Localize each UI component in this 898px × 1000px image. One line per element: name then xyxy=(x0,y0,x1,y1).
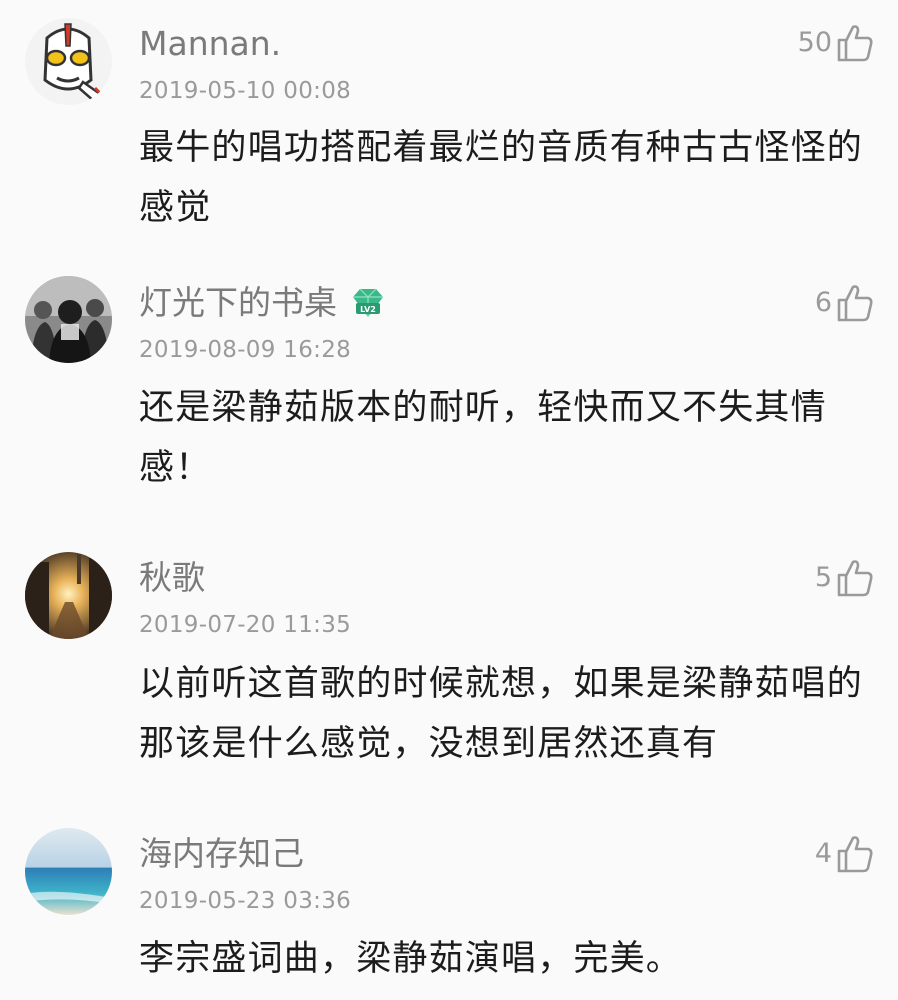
like-count: 50 xyxy=(797,27,832,58)
like-count: 4 xyxy=(814,838,832,869)
username-text[interactable]: Mannan. xyxy=(139,24,281,64)
username[interactable]: 秋歌 xyxy=(139,558,205,598)
thumbs-up-icon[interactable] xyxy=(836,834,874,874)
username-text[interactable]: 海内存知己 xyxy=(139,834,304,874)
timestamp: 2019-05-23 03:36 xyxy=(139,888,352,914)
username[interactable]: 海内存知己 xyxy=(139,834,304,874)
comment-content: 还是梁静茹版本的耐听，轻快而又不失其情感！ xyxy=(139,388,827,488)
comment-content: 以前听这首歌的时候就想，如果是梁静茹唱的那该是什么感觉，没想到居然还真有 xyxy=(139,664,864,764)
ocean-avatar-icon[interactable] xyxy=(25,828,112,915)
like-button[interactable]: 5 xyxy=(815,558,874,598)
thumbs-up-icon[interactable] xyxy=(836,283,874,323)
thumbs-up-icon[interactable] xyxy=(836,558,874,598)
username-text[interactable]: 灯光下的书桌 xyxy=(139,283,337,323)
comment-content: 李宗盛词曲，梁静茹演唱，完美。 xyxy=(139,939,683,979)
username-text[interactable]: 秋歌 xyxy=(139,558,205,598)
like-count: 5 xyxy=(814,562,832,593)
sunset-street-avatar-icon[interactable] xyxy=(25,552,112,639)
username[interactable]: Mannan. xyxy=(139,24,281,64)
timestamp: 2019-08-09 16:28 xyxy=(139,337,352,363)
like-button[interactable]: 6 xyxy=(815,283,874,323)
level-badge-icon: LV2 xyxy=(353,288,383,317)
like-button[interactable]: 50 xyxy=(798,23,874,63)
like-count: 6 xyxy=(814,287,832,318)
comment-content: 最牛的唱功搭配着最烂的音质有种古古怪怪的感觉 xyxy=(139,128,864,228)
thumbs-up-icon[interactable] xyxy=(836,23,874,63)
username[interactable]: 灯光下的书桌 LV2 xyxy=(139,283,387,323)
badge-label: LV2 xyxy=(360,305,376,314)
timestamp: 2019-05-10 00:08 xyxy=(139,78,352,104)
ultraman-avatar-icon[interactable] xyxy=(25,18,112,105)
like-button[interactable]: 4 xyxy=(815,834,874,874)
timestamp: 2019-07-20 11:35 xyxy=(139,612,352,638)
group-photo-avatar-icon[interactable] xyxy=(25,276,112,363)
